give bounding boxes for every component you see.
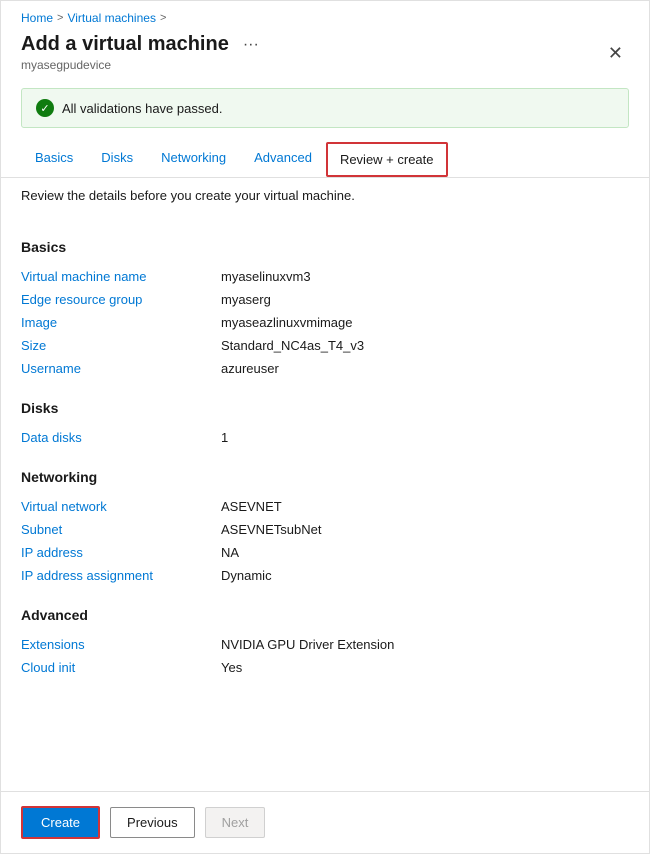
breadcrumb-sep1: >: [57, 12, 63, 24]
table-row: Virtual network ASEVNET: [21, 495, 629, 518]
validation-banner: ✓ All validations have passed.: [21, 88, 629, 128]
disks-rows: Data disks 1: [21, 426, 629, 449]
table-row: Virtual machine name myaselinuxvm3: [21, 265, 629, 288]
value-cloud-init: Yes: [221, 660, 629, 675]
label-vm-name: Virtual machine name: [21, 269, 221, 284]
table-row: IP address NA: [21, 541, 629, 564]
next-button: Next: [205, 807, 266, 838]
table-row: Edge resource group myaserg: [21, 288, 629, 311]
page-title: Add a virtual machine ···: [21, 33, 265, 56]
table-row: Extensions NVIDIA GPU Driver Extension: [21, 633, 629, 656]
tab-bar: Basics Disks Networking Advanced Review …: [1, 140, 649, 178]
tab-basics[interactable]: Basics: [21, 140, 87, 177]
table-row: IP address assignment Dynamic: [21, 564, 629, 587]
table-row: Size Standard_NC4as_T4_v3: [21, 334, 629, 357]
tab-networking[interactable]: Networking: [147, 140, 240, 177]
header-subtitle: myasegpudevice: [21, 58, 265, 72]
label-cloud-init: Cloud init: [21, 660, 221, 675]
page-subtitle: Review the details before you create you…: [1, 178, 649, 209]
footer: Create Previous Next: [1, 791, 649, 853]
breadcrumb-vms[interactable]: Virtual machines: [67, 11, 156, 25]
label-extensions: Extensions: [21, 637, 221, 652]
value-image: myaseazlinuxvmimage: [221, 315, 629, 330]
label-username: Username: [21, 361, 221, 376]
breadcrumb-home[interactable]: Home: [21, 11, 53, 25]
create-button[interactable]: Create: [21, 806, 100, 839]
value-data-disks: 1: [221, 430, 629, 445]
value-virtual-network: ASEVNET: [221, 499, 629, 514]
label-virtual-network: Virtual network: [21, 499, 221, 514]
label-image: Image: [21, 315, 221, 330]
label-ip-assignment: IP address assignment: [21, 568, 221, 583]
label-resource-group: Edge resource group: [21, 292, 221, 307]
table-row: Data disks 1: [21, 426, 629, 449]
value-subnet: ASEVNETsubNet: [221, 522, 629, 537]
close-button[interactable]: ✕: [602, 42, 629, 64]
label-subnet: Subnet: [21, 522, 221, 537]
table-row: Subnet ASEVNETsubNet: [21, 518, 629, 541]
header-left: Add a virtual machine ··· myasegpudevice: [21, 33, 265, 72]
page-header: Add a virtual machine ··· myasegpudevice…: [1, 29, 649, 80]
value-extensions: NVIDIA GPU Driver Extension: [221, 637, 629, 652]
table-row: Image myaseazlinuxvmimage: [21, 311, 629, 334]
networking-rows: Virtual network ASEVNET Subnet ASEVNETsu…: [21, 495, 629, 587]
value-vm-name: myaselinuxvm3: [221, 269, 629, 284]
label-size: Size: [21, 338, 221, 353]
ellipsis-button[interactable]: ···: [237, 34, 265, 56]
check-icon: ✓: [36, 99, 54, 117]
value-size: Standard_NC4as_T4_v3: [221, 338, 629, 353]
basics-rows: Virtual machine name myaselinuxvm3 Edge …: [21, 265, 629, 380]
section-networking-title: Networking: [21, 469, 629, 485]
tab-advanced[interactable]: Advanced: [240, 140, 326, 177]
section-disks-title: Disks: [21, 400, 629, 416]
breadcrumb: Home > Virtual machines >: [1, 1, 649, 29]
value-ip-assignment: Dynamic: [221, 568, 629, 583]
breadcrumb-sep2: >: [160, 12, 166, 24]
table-row: Cloud init Yes: [21, 656, 629, 679]
content-area: Basics Virtual machine name myaselinuxvm…: [1, 209, 649, 791]
tab-review-create[interactable]: Review + create: [326, 142, 448, 177]
tab-disks[interactable]: Disks: [87, 140, 147, 177]
previous-button[interactable]: Previous: [110, 807, 195, 838]
table-row: Username azureuser: [21, 357, 629, 380]
validation-message: All validations have passed.: [62, 101, 222, 116]
title-text: Add a virtual machine: [21, 33, 229, 56]
section-basics-title: Basics: [21, 239, 629, 255]
value-resource-group: myaserg: [221, 292, 629, 307]
section-advanced-title: Advanced: [21, 607, 629, 623]
label-data-disks: Data disks: [21, 430, 221, 445]
value-username: azureuser: [221, 361, 629, 376]
value-ip-address: NA: [221, 545, 629, 560]
label-ip-address: IP address: [21, 545, 221, 560]
advanced-rows: Extensions NVIDIA GPU Driver Extension C…: [21, 633, 629, 679]
